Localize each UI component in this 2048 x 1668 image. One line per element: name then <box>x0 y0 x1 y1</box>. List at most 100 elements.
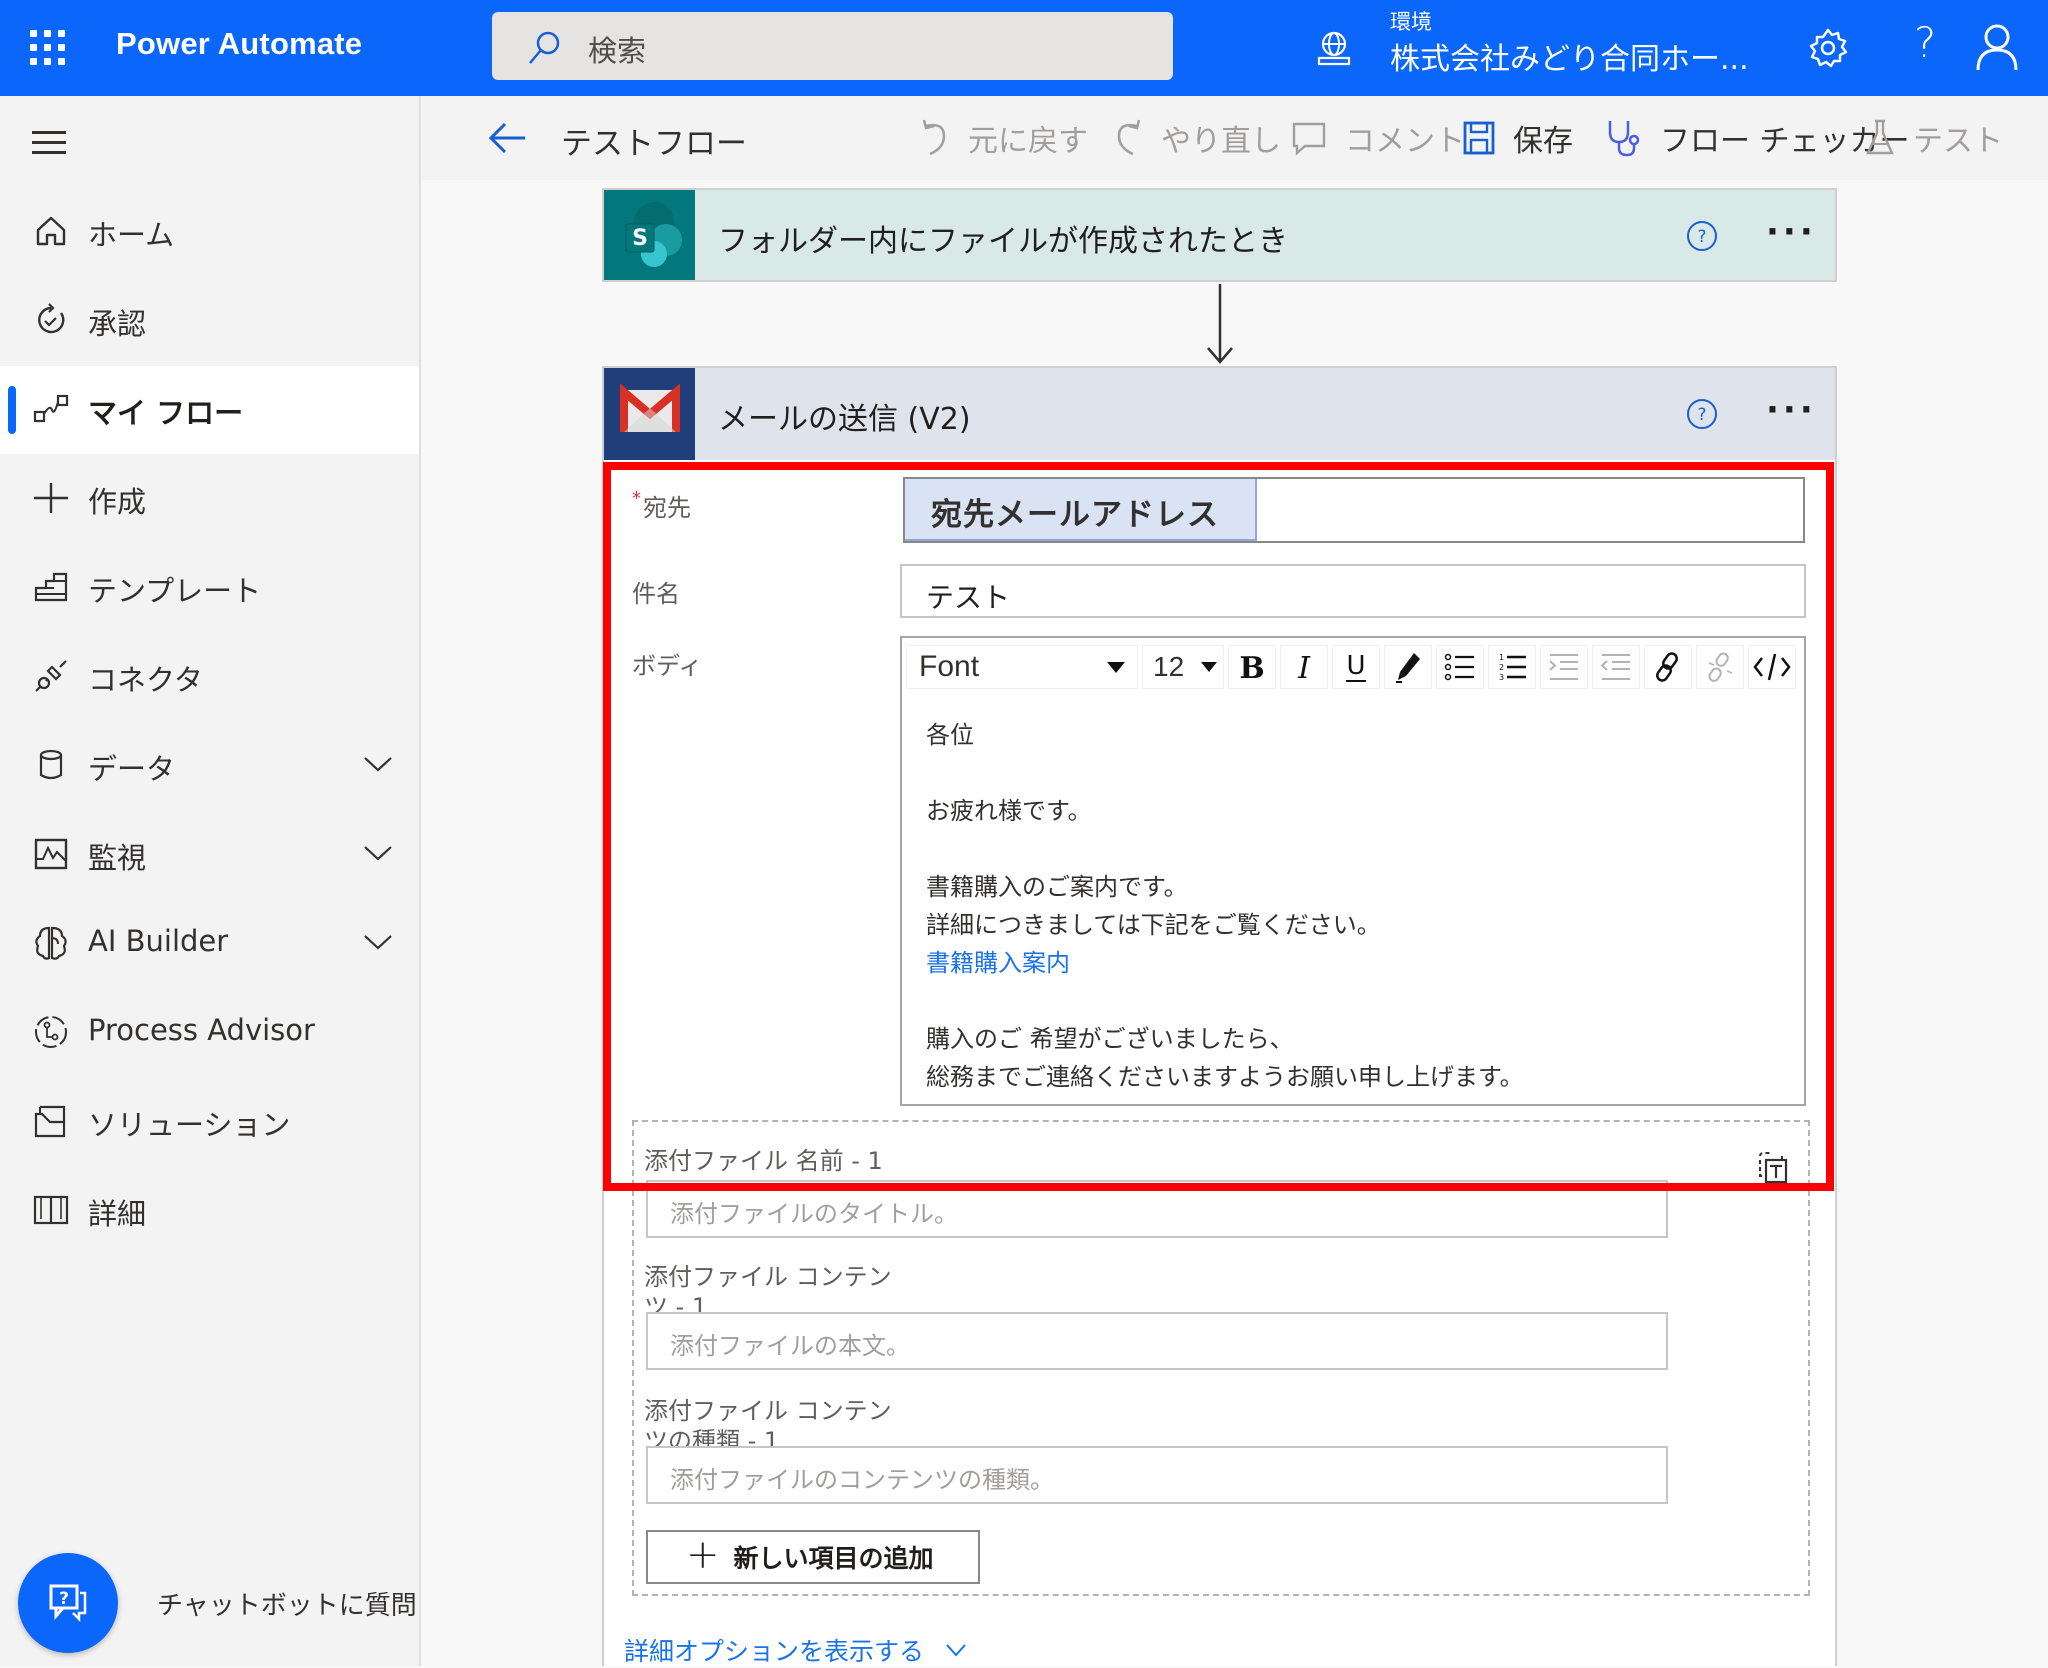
save-icon <box>1463 121 1495 155</box>
action-card-header[interactable]: メールの送信 (V2) ? ··· <box>602 366 1837 462</box>
sidebar-item-label: マイ フロー <box>88 396 244 430</box>
undo-button[interactable]: 元に戻す <box>920 116 1088 160</box>
gmail-icon <box>604 368 695 460</box>
sidebar-item-process-advisor[interactable]: Process Advisor <box>0 989 419 1077</box>
save-button[interactable]: 保存 <box>1463 116 1573 160</box>
sidebar-item-learn[interactable]: 詳細 <box>0 1167 419 1255</box>
svg-text:U: U <box>1346 651 1365 681</box>
environment-icon[interactable] <box>1314 28 1354 68</box>
delete-item-icon[interactable] <box>1756 1150 1790 1184</box>
search-input[interactable]: 検索 <box>492 12 1173 80</box>
chatbot-button[interactable]: ? <box>18 1553 118 1653</box>
waffle-icon[interactable] <box>30 30 66 66</box>
body-link[interactable]: 書籍購入案内 <box>926 949 1070 977</box>
help-circle-icon[interactable]: ? <box>1686 398 1718 430</box>
attachment-content-input[interactable]: 添付ファイルの本文。 <box>646 1312 1668 1370</box>
show-advanced-options-link[interactable]: 詳細オプションを表示する <box>624 1632 968 1668</box>
body-editor[interactable]: Font 12 B I U 123 各位 お疲れ様です。 書籍購入のご案内です。 詳細… <box>900 636 1806 1106</box>
chevron-down-icon[interactable] <box>362 930 394 954</box>
trigger-title: フォルダー内にファイルが作成されたとき <box>718 224 1288 259</box>
bold-button[interactable]: B <box>1228 645 1276 689</box>
flow-checker-button[interactable]: フロー チェッカー <box>1606 116 1910 160</box>
sidebar-item-data[interactable]: データ <box>0 722 419 810</box>
sidebar-item-home[interactable]: ホーム <box>0 188 419 276</box>
sidebar-item-label: コネクタ <box>88 663 203 697</box>
subject-label: 件名 <box>632 580 680 608</box>
app-title[interactable]: Power Automate <box>116 26 362 62</box>
body-link-line[interactable]: 書籍購入案内 <box>926 944 1524 982</box>
comment-label: コメント <box>1345 124 1465 159</box>
help-circle-icon[interactable]: ? <box>1686 220 1718 252</box>
test-button[interactable]: テスト <box>1865 116 2003 160</box>
subject-field[interactable]: テスト <box>900 564 1806 618</box>
svg-text:3: 3 <box>1499 673 1504 682</box>
back-arrow-icon[interactable] <box>487 120 527 156</box>
underline-button[interactable]: U <box>1332 645 1380 689</box>
highlight-button[interactable] <box>1384 645 1432 689</box>
user-icon[interactable] <box>1974 22 2020 72</box>
indent-button[interactable] <box>1540 645 1588 689</box>
svg-text:1: 1 <box>1499 653 1504 662</box>
settings-icon[interactable] <box>1806 26 1850 70</box>
help-icon[interactable]: ? <box>1914 18 1936 67</box>
sidebar-item-templates[interactable]: テンプレート <box>0 544 419 632</box>
sidebar-item-approvals[interactable]: 承認 <box>0 277 419 365</box>
solutions-icon <box>34 1105 66 1138</box>
code-view-button[interactable] <box>1748 645 1796 689</box>
numbered-list-icon: 123 <box>1499 653 1526 682</box>
chatbot-label[interactable]: チャットボットに質問 <box>157 1585 417 1622</box>
svg-text:2: 2 <box>1499 663 1504 672</box>
body-line <box>926 982 1524 1020</box>
sidebar-item-ai-builder[interactable]: AI Builder <box>0 900 419 988</box>
hamburger-menu-icon[interactable] <box>32 131 66 155</box>
add-new-item-button[interactable]: + 新しい項目の追加 <box>646 1530 980 1584</box>
link-button[interactable] <box>1644 645 1692 689</box>
outdent-button[interactable] <box>1592 645 1640 689</box>
more-options-icon[interactable]: ··· <box>1766 212 1817 252</box>
body-line <box>926 830 1524 868</box>
stethoscope-icon <box>1608 121 1640 157</box>
sidebar-item-connectors[interactable]: コネクタ <box>0 633 419 721</box>
search-icon <box>529 31 560 64</box>
attachment-type-input[interactable]: 添付ファイルのコンテンツの種類。 <box>646 1446 1668 1504</box>
body-label: ボディ <box>632 652 703 680</box>
home-icon <box>36 216 66 246</box>
to-field[interactable]: 宛先メールアドレス <box>903 477 1805 543</box>
attachment-name-input[interactable]: 添付ファイルのタイトル。 <box>646 1180 1668 1238</box>
unlink-button[interactable] <box>1696 645 1744 689</box>
redo-icon <box>1117 119 1141 156</box>
chevron-down-icon[interactable] <box>362 752 394 776</box>
body-line: お疲れ様です。 <box>926 797 1092 825</box>
sidebar-item-my-flows[interactable]: マイ フロー <box>0 366 419 454</box>
font-size-select[interactable]: 12 <box>1142 645 1224 689</box>
flow-arrow-icon <box>1207 284 1233 364</box>
font-select[interactable]: Font <box>906 645 1138 689</box>
chatbot-icon: ? <box>49 1584 87 1623</box>
outdent-icon <box>1600 654 1630 680</box>
comment-button[interactable]: コメント <box>1291 116 1465 160</box>
sidebar-item-label: AI Builder <box>88 924 229 958</box>
sidebar-item-label: 詳細 <box>88 1197 147 1231</box>
undo-icon <box>922 119 946 156</box>
sidebar-item-monitor[interactable]: 監視 <box>0 811 419 899</box>
body-line <box>926 754 1524 792</box>
sidebar-item-solutions[interactable]: ソリューション <box>0 1078 419 1166</box>
sidebar-item-create[interactable]: 作成 <box>0 455 419 543</box>
required-marker: * <box>632 488 641 509</box>
numbered-list-button[interactable]: 123 <box>1488 645 1536 689</box>
chevron-down-icon[interactable] <box>362 841 394 865</box>
process-advisor-icon <box>35 1016 67 1048</box>
body-line: 各位 <box>926 721 974 749</box>
more-options-icon[interactable]: ··· <box>1766 390 1817 430</box>
attachment-name-label: 添付ファイル 名前 - 1 <box>644 1147 883 1175</box>
test-label: テスト <box>1913 124 2003 159</box>
bulleted-list-button[interactable] <box>1436 645 1484 689</box>
redo-button[interactable]: やり直し <box>1113 116 1281 160</box>
trigger-card[interactable]: S フォルダー内にファイルが作成されたとき ? ··· <box>602 188 1837 282</box>
dropdown-icon <box>1107 661 1125 673</box>
environment-name[interactable]: 株式会社みどり合同ホー... <box>1390 34 1749 78</box>
sidebar-item-label: データ <box>88 752 176 786</box>
italic-button[interactable]: I <box>1280 645 1328 689</box>
dynamic-content-token[interactable]: 宛先メールアドレス <box>905 479 1257 541</box>
body-content[interactable]: 各位 お疲れ様です。 書籍購入のご案内です。 詳細につきましては下記をご覧ください。書… <box>926 716 1524 1096</box>
